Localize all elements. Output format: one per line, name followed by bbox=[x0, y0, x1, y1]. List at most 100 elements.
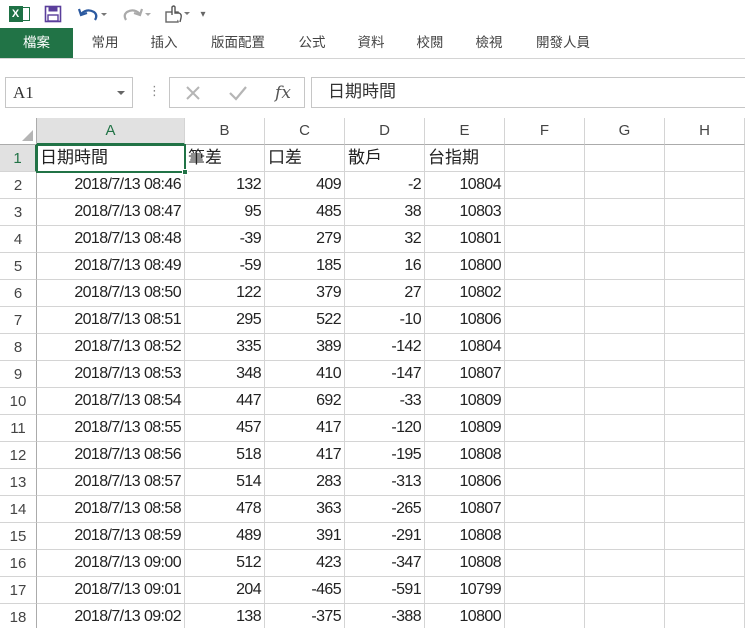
save-icon[interactable] bbox=[42, 4, 64, 24]
cell-a17[interactable]: 2018/7/13 09:01 bbox=[37, 577, 185, 604]
cell-c11[interactable]: 417 bbox=[265, 415, 345, 442]
cell-g15[interactable] bbox=[585, 523, 665, 550]
cell-c3[interactable]: 485 bbox=[265, 199, 345, 226]
cell-f13[interactable] bbox=[505, 469, 585, 496]
row-header-16[interactable]: 16 bbox=[0, 550, 37, 577]
tab-insert[interactable]: 插入 bbox=[138, 28, 190, 58]
cell-f5[interactable] bbox=[505, 253, 585, 280]
column-header-b[interactable]: B bbox=[185, 118, 265, 145]
cell-g11[interactable] bbox=[585, 415, 665, 442]
cell-d4[interactable]: 32 bbox=[345, 226, 425, 253]
redo-icon[interactable] bbox=[118, 4, 152, 24]
cell-a18[interactable]: 2018/7/13 09:02 bbox=[37, 604, 185, 628]
cell-e16[interactable]: 10808 bbox=[425, 550, 505, 577]
cell-c16[interactable]: 423 bbox=[265, 550, 345, 577]
cell-h4[interactable] bbox=[665, 226, 745, 253]
cell-a5[interactable]: 2018/7/13 08:49 bbox=[37, 253, 185, 280]
row-header-3[interactable]: 3 bbox=[0, 199, 37, 226]
column-header-d[interactable]: D bbox=[345, 118, 425, 145]
cell-f8[interactable] bbox=[505, 334, 585, 361]
cell-d13[interactable]: -313 bbox=[345, 469, 425, 496]
cell-c13[interactable]: 283 bbox=[265, 469, 345, 496]
cell-d6[interactable]: 27 bbox=[345, 280, 425, 307]
cell-d12[interactable]: -195 bbox=[345, 442, 425, 469]
row-header-13[interactable]: 13 bbox=[0, 469, 37, 496]
tab-formulas[interactable]: 公式 bbox=[286, 28, 338, 58]
cell-a2[interactable]: 2018/7/13 08:46 bbox=[37, 172, 185, 199]
cell-g8[interactable] bbox=[585, 334, 665, 361]
cell-c10[interactable]: 692 bbox=[265, 388, 345, 415]
cell-g18[interactable] bbox=[585, 604, 665, 628]
cell-a12[interactable]: 2018/7/13 08:56 bbox=[37, 442, 185, 469]
cell-f9[interactable] bbox=[505, 361, 585, 388]
cell-c14[interactable]: 363 bbox=[265, 496, 345, 523]
cell-b14[interactable]: 478 bbox=[185, 496, 265, 523]
undo-icon[interactable] bbox=[76, 4, 110, 24]
cell-c1[interactable]: 口差 bbox=[265, 145, 345, 172]
row-header-1[interactable]: 1 bbox=[0, 145, 37, 172]
cell-e8[interactable]: 10804 bbox=[425, 334, 505, 361]
cell-f4[interactable] bbox=[505, 226, 585, 253]
cell-b6[interactable]: 122 bbox=[185, 280, 265, 307]
cell-g5[interactable] bbox=[585, 253, 665, 280]
cell-d18[interactable]: -388 bbox=[345, 604, 425, 628]
cell-c9[interactable]: 410 bbox=[265, 361, 345, 388]
cell-a1[interactable]: 日期時間 bbox=[37, 145, 185, 172]
cell-g1[interactable] bbox=[585, 145, 665, 172]
cell-f3[interactable] bbox=[505, 199, 585, 226]
cell-a10[interactable]: 2018/7/13 08:54 bbox=[37, 388, 185, 415]
cell-e9[interactable]: 10807 bbox=[425, 361, 505, 388]
more-vertical-icon[interactable]: ⋮ bbox=[148, 84, 161, 99]
row-header-9[interactable]: 9 bbox=[0, 361, 37, 388]
cell-c7[interactable]: 522 bbox=[265, 307, 345, 334]
cell-c12[interactable]: 417 bbox=[265, 442, 345, 469]
cell-e14[interactable]: 10807 bbox=[425, 496, 505, 523]
cell-e11[interactable]: 10809 bbox=[425, 415, 505, 442]
cell-g10[interactable] bbox=[585, 388, 665, 415]
cell-a16[interactable]: 2018/7/13 09:00 bbox=[37, 550, 185, 577]
cell-b2[interactable]: 132 bbox=[185, 172, 265, 199]
cell-d3[interactable]: 38 bbox=[345, 199, 425, 226]
cell-e7[interactable]: 10806 bbox=[425, 307, 505, 334]
cell-h16[interactable] bbox=[665, 550, 745, 577]
cell-f11[interactable] bbox=[505, 415, 585, 442]
cell-h10[interactable] bbox=[665, 388, 745, 415]
cell-h15[interactable] bbox=[665, 523, 745, 550]
cell-h8[interactable] bbox=[665, 334, 745, 361]
column-header-g[interactable]: G bbox=[585, 118, 665, 145]
touch-mode-icon[interactable] bbox=[163, 4, 191, 24]
cell-a11[interactable]: 2018/7/13 08:55 bbox=[37, 415, 185, 442]
cell-h5[interactable] bbox=[665, 253, 745, 280]
cell-c5[interactable]: 185 bbox=[265, 253, 345, 280]
insert-function-button[interactable]: fx bbox=[268, 80, 298, 106]
cell-g9[interactable] bbox=[585, 361, 665, 388]
cell-f17[interactable] bbox=[505, 577, 585, 604]
cell-g16[interactable] bbox=[585, 550, 665, 577]
cell-g3[interactable] bbox=[585, 199, 665, 226]
cell-f12[interactable] bbox=[505, 442, 585, 469]
cell-h18[interactable] bbox=[665, 604, 745, 628]
cell-b11[interactable]: 457 bbox=[185, 415, 265, 442]
cell-h14[interactable] bbox=[665, 496, 745, 523]
cell-d14[interactable]: -265 bbox=[345, 496, 425, 523]
cell-a6[interactable]: 2018/7/13 08:50 bbox=[37, 280, 185, 307]
cell-d1[interactable]: 散戶 bbox=[345, 145, 425, 172]
cell-g13[interactable] bbox=[585, 469, 665, 496]
cell-b13[interactable]: 514 bbox=[185, 469, 265, 496]
cell-c15[interactable]: 391 bbox=[265, 523, 345, 550]
cell-d16[interactable]: -347 bbox=[345, 550, 425, 577]
cell-g6[interactable] bbox=[585, 280, 665, 307]
customize-toolbar-button[interactable]: ▾ bbox=[197, 4, 209, 24]
cell-g4[interactable] bbox=[585, 226, 665, 253]
cell-b4[interactable]: -39 bbox=[185, 226, 265, 253]
cell-e13[interactable]: 10806 bbox=[425, 469, 505, 496]
row-header-7[interactable]: 7 bbox=[0, 307, 37, 334]
cell-d17[interactable]: -591 bbox=[345, 577, 425, 604]
cell-e2[interactable]: 10804 bbox=[425, 172, 505, 199]
cell-b8[interactable]: 335 bbox=[185, 334, 265, 361]
row-header-2[interactable]: 2 bbox=[0, 172, 37, 199]
row-header-6[interactable]: 6 bbox=[0, 280, 37, 307]
row-header-12[interactable]: 12 bbox=[0, 442, 37, 469]
cell-e1[interactable]: 台指期 bbox=[425, 145, 505, 172]
cell-d5[interactable]: 16 bbox=[345, 253, 425, 280]
